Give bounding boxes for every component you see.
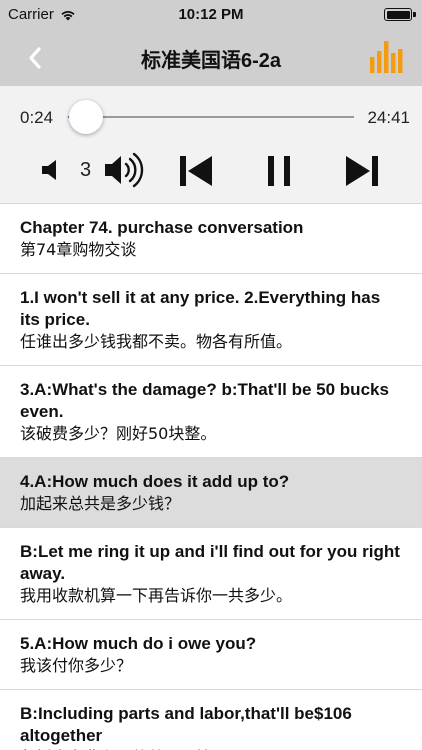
nav-bar: 标准美国语6-2a: [0, 30, 422, 86]
transcript-item[interactable]: B:Let me ring it up and i'll find out fo…: [0, 528, 422, 620]
chinese-line: 加起来总共是多少钱？: [20, 494, 181, 513]
transcript-item[interactable]: 3.A:What's the damage? b:That'll be 50 b…: [0, 366, 422, 458]
english-line: 4.A:How much does it add up to?: [20, 472, 290, 491]
volume-up-button[interactable]: [104, 152, 144, 188]
status-bar: Carrier 10:12 PM: [0, 0, 422, 30]
chinese-line: 我用收款机算一下再告诉你一共多少。: [20, 586, 293, 605]
chinese-line: 该破费多少？刚好50块整。: [20, 424, 217, 443]
english-line: Chapter 74. purchase conversation: [20, 218, 304, 237]
chinese-line: 第74章购物交谈: [20, 240, 137, 259]
battery-icon: [384, 8, 416, 21]
english-line: B:Let me ring it up and i'll find out fo…: [20, 542, 400, 583]
transcript-list: Chapter 74. purchase conversation 第74章购物交…: [0, 204, 422, 750]
page-title: 标准美国语6-2a: [140, 50, 282, 72]
english-line: 1.I won't sell it at any price. 2.Everyt…: [20, 288, 381, 329]
transcript-item[interactable]: 5.A:How much do i owe you? 我该付你多少？: [0, 620, 422, 690]
chinese-line: 任谁出多少钱我都不卖。物各有所值。: [20, 332, 293, 351]
equalizer-icon[interactable]: [370, 41, 404, 73]
transcript-item[interactable]: B:Including parts and labor,that'll be$1…: [0, 690, 422, 750]
volume-down-button[interactable]: [40, 158, 64, 182]
english-line: B:Including parts and labor,that'll be$1…: [20, 704, 352, 745]
next-track-button[interactable]: [344, 154, 380, 188]
chinese-line: 我该付你多少？: [20, 656, 133, 675]
transcript-item[interactable]: Chapter 74. purchase conversation 第74章购物交…: [0, 204, 422, 274]
previous-track-button[interactable]: [178, 154, 214, 188]
transcript-item[interactable]: 1.I won't sell it at any price. 2.Everyt…: [0, 274, 422, 366]
transcript-item[interactable]: 4.A:How much does it add up to? 加起来总共是多少钱…: [0, 458, 422, 528]
current-time: 0:24: [20, 108, 54, 127]
english-line: 3.A:What's the damage? b:That'll be 50 b…: [20, 380, 389, 421]
volume-level: 3: [80, 159, 92, 181]
english-line: 5.A:How much do i owe you?: [20, 634, 257, 653]
progress-track[interactable]: [68, 116, 354, 118]
pause-button[interactable]: [264, 154, 294, 188]
audio-player: 0:24 24:41 3: [0, 86, 422, 204]
status-time: 10:12 PM: [178, 6, 244, 23]
progress-thumb[interactable]: [68, 100, 103, 134]
total-time: 24:41: [367, 108, 410, 127]
